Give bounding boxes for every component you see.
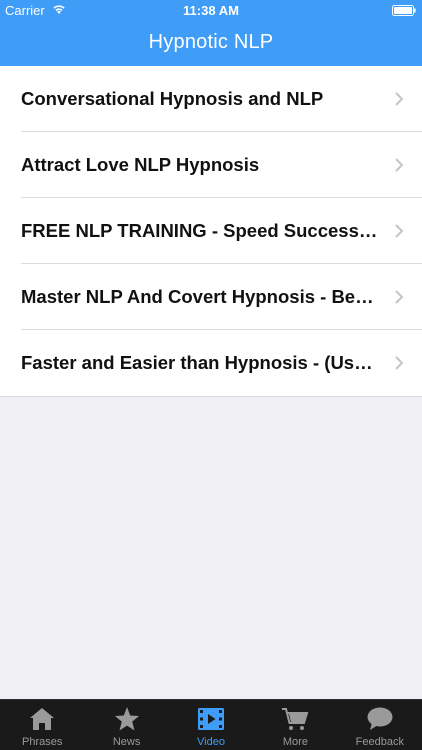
page-title: Hypnotic NLP [148, 31, 274, 53]
chevron-right-icon [395, 224, 404, 238]
video-list: Conversational Hypnosis and NLP Attract … [0, 66, 422, 397]
list-item[interactable]: Conversational Hypnosis and NLP [0, 66, 422, 132]
tab-label: Video [197, 736, 225, 748]
house-icon [30, 708, 55, 730]
list-item[interactable]: FREE NLP TRAINING - Speed Success S... [0, 198, 422, 264]
chevron-right-icon [395, 356, 404, 370]
star-icon [114, 707, 139, 731]
list-item-label: Conversational Hypnosis and NLP [21, 88, 324, 109]
navigation-bar: Hypnotic NLP [0, 22, 422, 66]
speech-bubble-icon [367, 707, 393, 730]
list-item-label: Master NLP And Covert Hypnosis - Beco... [21, 286, 381, 307]
tab-label: Feedback [355, 736, 404, 748]
list-item-label: Attract Love NLP Hypnosis [21, 154, 260, 175]
tab-news[interactable]: News [84, 700, 168, 750]
tab-phrases[interactable]: Phrases [0, 700, 84, 750]
tab-label: News [112, 736, 141, 748]
film-icon [198, 708, 225, 730]
tab-label: More [282, 736, 308, 748]
tab-feedback[interactable]: Feedback [338, 700, 422, 750]
tab-video[interactable]: Video [169, 700, 253, 750]
battery-icon [392, 5, 416, 16]
status-time: 11:38 AM [183, 3, 239, 18]
chevron-right-icon [395, 290, 404, 304]
cart-icon [282, 708, 309, 730]
list-item[interactable]: Faster and Easier than Hypnosis - (Used.… [0, 330, 422, 396]
list-item[interactable]: Attract Love NLP Hypnosis [0, 132, 422, 198]
list-item[interactable]: Master NLP And Covert Hypnosis - Beco... [0, 264, 422, 330]
list-item-label: Faster and Easier than Hypnosis - (Used.… [21, 352, 381, 373]
chevron-right-icon [395, 158, 404, 172]
status-bar: Carrier 11:38 AM [0, 0, 422, 22]
tab-bar: Phrases News Video More Feedback [0, 699, 422, 750]
tab-label: Phrases [22, 736, 63, 748]
chevron-right-icon [395, 92, 404, 106]
tab-more[interactable]: More [253, 700, 337, 750]
list-item-label: FREE NLP TRAINING - Speed Success S... [21, 220, 381, 241]
